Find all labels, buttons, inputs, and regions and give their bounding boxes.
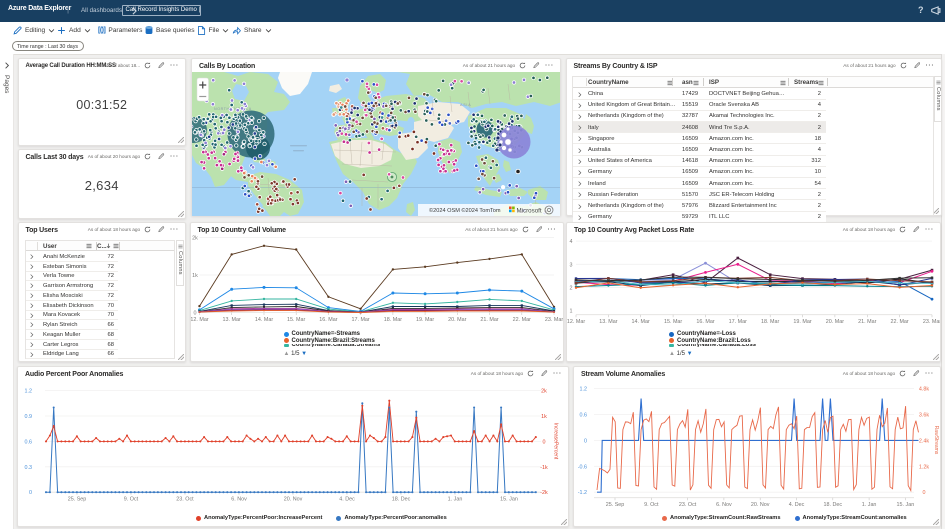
svg-text:19. Mar: 19. Mar — [793, 319, 811, 325]
svg-text:25. Sep: 25. Sep — [68, 497, 87, 503]
svg-text:4. Dec: 4. Dec — [339, 497, 355, 503]
svg-text:1k: 1k — [192, 273, 198, 279]
svg-text:20. Mar: 20. Mar — [826, 319, 844, 325]
svg-text:20. Nov: 20. Nov — [284, 497, 303, 503]
svg-text:1: 1 — [570, 309, 573, 315]
svg-text:20. Nov: 20. Nov — [751, 502, 770, 508]
svg-text:19. Mar: 19. Mar — [415, 317, 433, 323]
svg-text:12. Mar: 12. Mar — [191, 317, 209, 323]
svg-text:23. Oct: 23. Oct — [176, 497, 194, 503]
svg-text:4. Dec: 4. Dec — [789, 502, 805, 508]
svg-text:RawStreams: RawStreams — [933, 426, 939, 455]
svg-text:6. Nov: 6. Nov — [716, 502, 732, 508]
svg-text:1.2k: 1.2k — [919, 464, 929, 470]
svg-text:21. Mar: 21. Mar — [480, 317, 498, 323]
svg-text:9. Oct: 9. Oct — [124, 497, 139, 503]
svg-text:1. Jan: 1. Jan — [862, 502, 877, 508]
svg-text:9. Oct: 9. Oct — [644, 502, 659, 508]
svg-text:2k: 2k — [192, 236, 198, 242]
svg-text:6. Nov: 6. Nov — [231, 497, 247, 503]
svg-text:0: 0 — [29, 490, 32, 496]
svg-text:15. Jan: 15. Jan — [500, 497, 518, 503]
svg-text:16. Mar: 16. Mar — [696, 319, 714, 325]
svg-text:IncreasePercent: IncreasePercent — [553, 423, 559, 460]
svg-text:18. Mar: 18. Mar — [383, 317, 401, 323]
svg-text:1. Jan: 1. Jan — [448, 497, 463, 503]
svg-text:15. Jan: 15. Jan — [897, 502, 915, 508]
svg-text:0.6: 0.6 — [580, 413, 588, 419]
svg-text:-1.2: -1.2 — [578, 490, 587, 496]
svg-text:0.3: 0.3 — [25, 465, 33, 471]
svg-text:13. Mar: 13. Mar — [222, 317, 240, 323]
svg-text:16. Mar: 16. Mar — [319, 317, 337, 323]
svg-text:21. Mar: 21. Mar — [858, 319, 876, 325]
svg-text:23. Mar: 23. Mar — [544, 317, 562, 323]
svg-text:15. Mar: 15. Mar — [287, 317, 305, 323]
svg-text:17. Mar: 17. Mar — [729, 319, 747, 325]
svg-text:20. Mar: 20. Mar — [448, 317, 466, 323]
svg-text:25. Sep: 25. Sep — [606, 502, 625, 508]
svg-text:0: 0 — [584, 438, 587, 444]
svg-text:22. Mar: 22. Mar — [512, 317, 530, 323]
svg-text:Microsoft: Microsoft — [517, 207, 542, 214]
svg-text:15. Mar: 15. Mar — [664, 319, 682, 325]
svg-text:18. Dec: 18. Dec — [824, 502, 843, 508]
svg-text:0: 0 — [193, 311, 196, 317]
svg-text:1k: 1k — [541, 414, 547, 420]
svg-text:-0.6: -0.6 — [578, 464, 587, 470]
svg-text:14. Mar: 14. Mar — [254, 317, 272, 323]
svg-text:2.4k: 2.4k — [919, 438, 929, 444]
svg-text:1.2: 1.2 — [25, 389, 33, 395]
svg-text:0.9: 0.9 — [25, 414, 33, 420]
svg-text:22. Mar: 22. Mar — [890, 319, 908, 325]
svg-text:2: 2 — [570, 286, 573, 292]
svg-text:0: 0 — [543, 439, 546, 445]
svg-text:17. Mar: 17. Mar — [351, 317, 369, 323]
svg-text:0.6: 0.6 — [25, 439, 33, 445]
svg-text:1.2: 1.2 — [580, 387, 588, 393]
svg-text:3.6k: 3.6k — [919, 413, 929, 419]
svg-text:4: 4 — [570, 239, 573, 245]
svg-text:-2k: -2k — [540, 490, 548, 496]
svg-text:14. Mar: 14. Mar — [632, 319, 650, 325]
svg-text:23. Oct: 23. Oct — [679, 502, 697, 508]
svg-text:18. Dec: 18. Dec — [392, 497, 411, 503]
svg-text:-1k: -1k — [540, 465, 548, 471]
svg-text:2k: 2k — [541, 389, 547, 395]
svg-text:ASIA: ASIA — [460, 103, 471, 107]
svg-text:13. Mar: 13. Mar — [599, 319, 617, 325]
svg-text:23. Mar: 23. Mar — [923, 319, 940, 325]
svg-text:©2024 OSM ©2024 TomTom: ©2024 OSM ©2024 TomTom — [429, 207, 501, 214]
svg-text:3: 3 — [570, 262, 573, 268]
svg-text:12. Mar: 12. Mar — [567, 319, 585, 325]
svg-text:18. Mar: 18. Mar — [761, 319, 779, 325]
svg-text:4.8k: 4.8k — [919, 387, 929, 393]
svg-text:0: 0 — [923, 490, 926, 496]
